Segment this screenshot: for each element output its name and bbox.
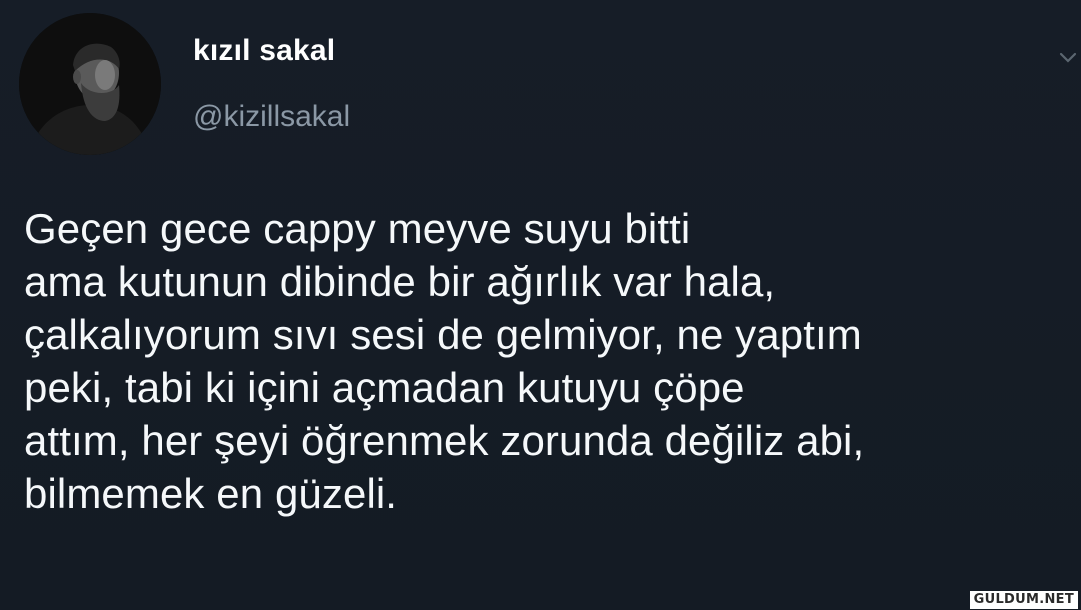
tweet-text-line: çalkalıyorum sıvı sesi de gelmiyor, ne y… — [24, 311, 862, 358]
tweet-text-line: Geçen gece cappy meyve suyu bitti — [24, 205, 691, 252]
author-display-name[interactable]: kızıl sakal — [193, 34, 335, 68]
chevron-down-icon[interactable] — [1058, 48, 1078, 68]
tweet-text-line: attım, her şeyi öğrenmek zorunda değiliz… — [24, 417, 865, 464]
tweet-text-line: bilmemek en güzeli. — [24, 470, 398, 517]
avatar-photo-icon — [19, 13, 161, 155]
site-watermark: GULDUM.NET — [969, 591, 1078, 609]
tweet-text-line: peki, tabi ki içini açmadan kutuyu çöpe — [24, 364, 745, 411]
tweet-card: kızıl sakal @kizillsakal Geçen gece capp… — [0, 0, 1081, 610]
tweet-text: Geçen gece cappy meyve suyu bitti ama ku… — [24, 202, 1064, 520]
author-handle[interactable]: @kizillsakal — [193, 100, 350, 134]
tweet-text-line: ama kutunun dibinde bir ağırlık var hala… — [24, 258, 776, 305]
author-avatar[interactable] — [19, 13, 161, 155]
